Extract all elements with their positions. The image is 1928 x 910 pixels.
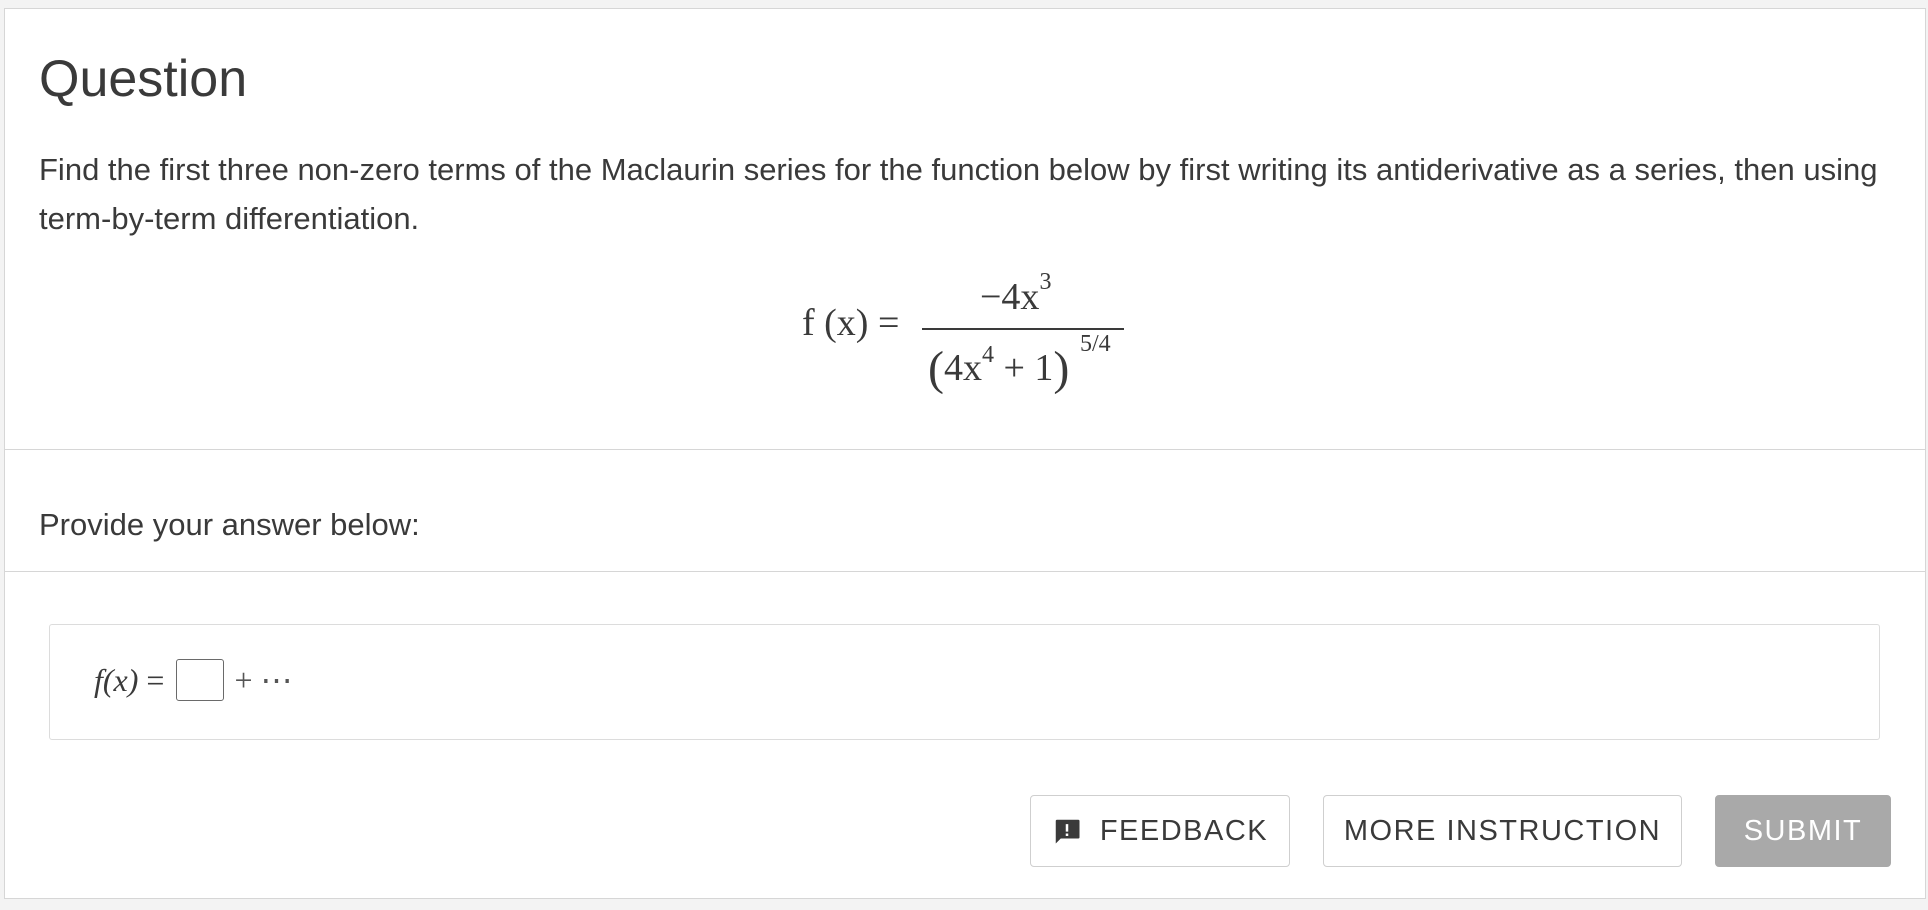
more-instruction-label: MORE INSTRUCTION [1343,814,1662,847]
question-section: Question Find the first three non-zero t… [5,9,1925,450]
question-text: Find the first three non-zero terms of t… [39,152,1878,236]
answer-tail: + ⋯ [234,662,293,698]
formula-numerator: −4x3 [980,269,1052,318]
submit-button[interactable]: SUBMIT [1715,795,1891,867]
formula-denominator: (4x4 + 1) 5/4 [928,331,1111,395]
answer-lhs: f(x) [94,661,139,698]
denominator-exponent: 5/4 [1080,331,1111,357]
feedback-icon [1055,819,1080,844]
question-card: Question Find the first three non-zero t… [4,8,1926,899]
answer-prompt: Provide your answer below: [39,507,420,542]
answer-area: f(x) = + ⋯ [49,624,1880,740]
answer-input[interactable] [176,659,225,701]
answer-prompt-section: Provide your answer below: [5,449,1925,572]
question-title: Question [39,50,248,108]
feedback-label: FEEDBACK [1099,814,1269,847]
feedback-button[interactable]: FEEDBACK [1030,795,1290,867]
answer-equals: = [146,661,165,698]
formula-lhs: f (x) = [802,302,900,344]
more-instruction-button[interactable]: MORE INSTRUCTION [1323,795,1682,867]
function-formula: f (x) = −4x3 (4x4 + 1) 5/4 [802,269,1132,401]
submit-label: SUBMIT [1743,814,1863,847]
answer-expression: f(x) = + ⋯ [94,659,293,701]
fraction-bar [922,328,1124,330]
